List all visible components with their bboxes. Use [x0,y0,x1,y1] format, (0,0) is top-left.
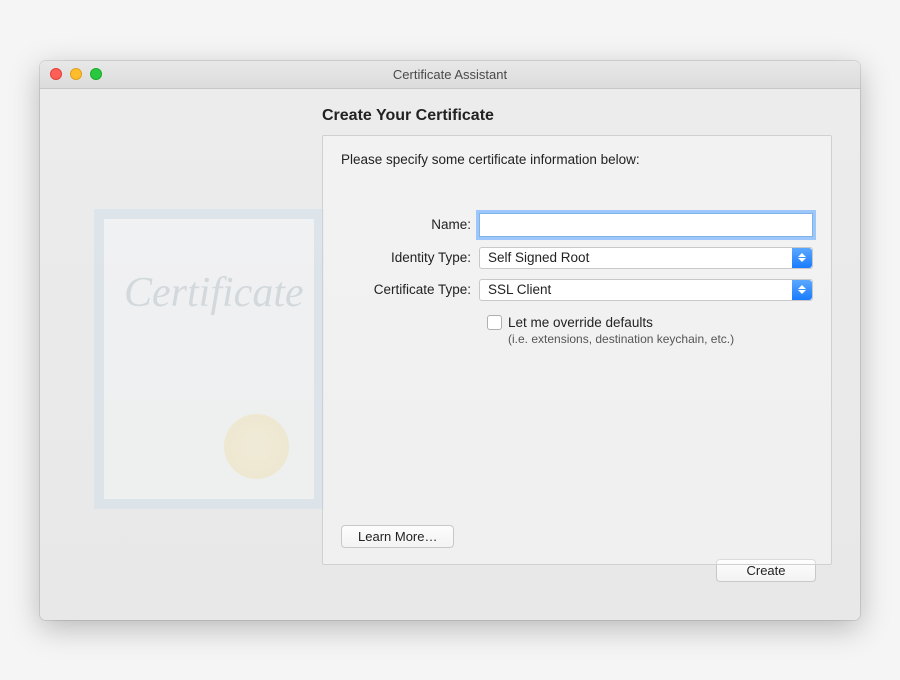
certificate-script-text: Certificate [124,269,304,317]
certificate-type-value: SSL Client [488,282,551,297]
form-panel: Please specify some certificate informat… [322,135,832,565]
certificate-assistant-window: Certificate Assistant Certificate Create… [40,61,860,620]
identity-type-value: Self Signed Root [488,250,589,265]
content-area: Certificate Create Your Certificate Plea… [40,89,860,620]
identity-type-select[interactable]: Self Signed Root [479,247,813,269]
override-sublabel: (i.e. extensions, destination keychain, … [508,332,813,346]
learn-more-button[interactable]: Learn More… [341,525,454,548]
certificate-background-graphic: Certificate [94,209,324,509]
footer: Create [62,559,838,602]
instruction-text: Please specify some certificate informat… [341,152,813,167]
chevron-updown-icon [792,248,812,268]
titlebar: Certificate Assistant [40,61,860,89]
identity-type-row: Identity Type: Self Signed Root [341,247,813,269]
override-label: Let me override defaults [508,315,653,330]
certificate-type-label: Certificate Type: [341,282,479,297]
chevron-updown-icon [792,280,812,300]
identity-type-label: Identity Type: [341,250,479,265]
override-checkbox[interactable] [487,315,502,330]
page-heading: Create Your Certificate [322,107,838,125]
maximize-icon[interactable] [90,68,102,80]
certificate-type-select[interactable]: SSL Client [479,279,813,301]
certificate-type-row: Certificate Type: SSL Client [341,279,813,301]
name-label: Name: [341,217,479,232]
minimize-icon[interactable] [70,68,82,80]
traffic-lights [50,68,102,80]
window-title: Certificate Assistant [50,67,850,82]
name-row: Name: [341,213,813,237]
certificate-seal-icon [224,414,289,479]
close-icon[interactable] [50,68,62,80]
name-input[interactable] [479,213,813,237]
override-row: Let me override defaults (i.e. extension… [487,315,813,346]
